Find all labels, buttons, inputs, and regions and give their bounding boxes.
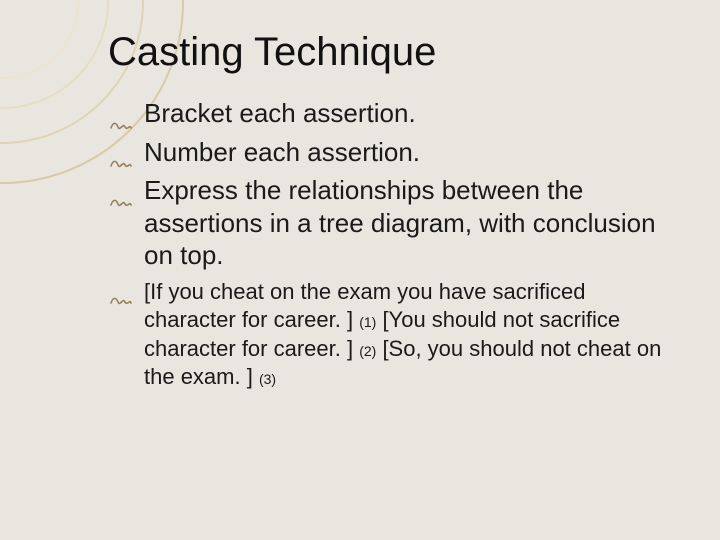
example-num-1: (1) [359, 314, 376, 330]
bullet-text: Bracket each assertion. [144, 98, 416, 128]
bullet-item: Bracket each assertion. [110, 97, 680, 130]
example-num-3: (3) [259, 371, 276, 387]
bullet-text: Express the relationships between the as… [144, 175, 656, 270]
example-num-2: (2) [359, 343, 376, 359]
scribble-bullet-icon [110, 108, 132, 122]
bullet-text: Number each assertion. [144, 137, 420, 167]
slide-title: Casting Technique [108, 30, 680, 75]
bullet-item: Number each assertion. [110, 136, 680, 169]
scribble-bullet-icon [110, 185, 132, 199]
bullet-item-example: [If you cheat on the exam you have sacri… [110, 278, 680, 392]
scribble-bullet-icon [110, 146, 132, 160]
slide: Casting Technique Bracket each assertion… [0, 0, 720, 540]
bullet-list-example: [If you cheat on the exam you have sacri… [110, 278, 680, 392]
scribble-bullet-icon [110, 287, 132, 301]
bullet-list-primary: Bracket each assertion. Number each asse… [110, 97, 680, 272]
bullet-item: Express the relationships between the as… [110, 174, 680, 272]
